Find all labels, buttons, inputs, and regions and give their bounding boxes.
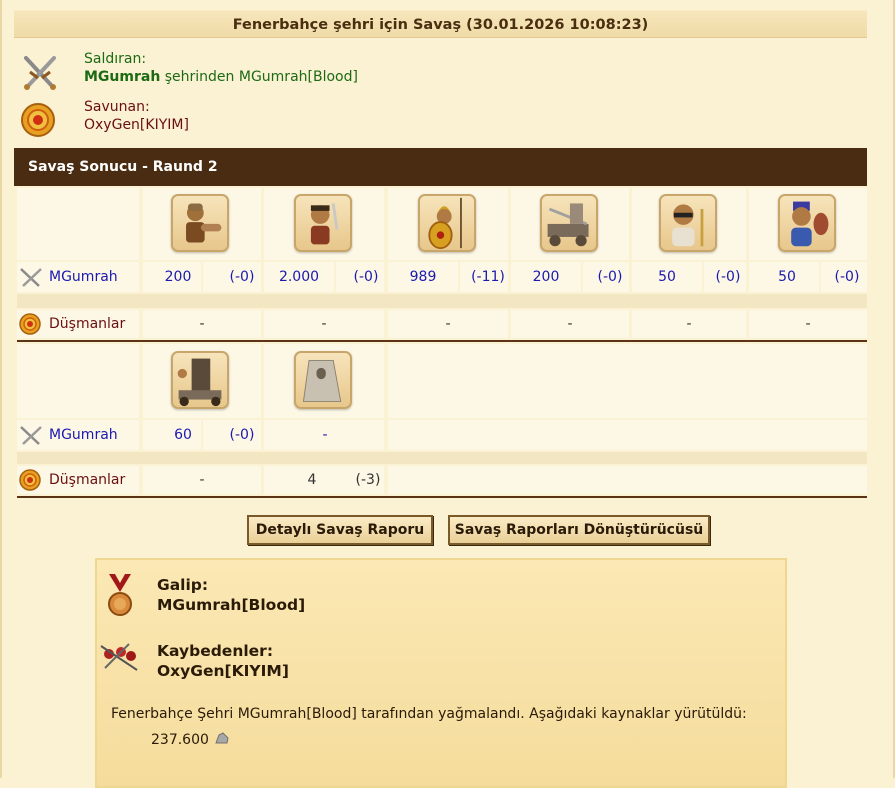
- enemy-row-label: Düşmanlar: [49, 472, 126, 488]
- doctor-unit-icon: [659, 194, 717, 252]
- enemy-count: -: [445, 316, 451, 332]
- marble-resource-icon: [215, 732, 229, 744]
- enemy-loss: (-3): [355, 472, 381, 488]
- crossed-swords-icon: [24, 56, 56, 90]
- unit-count: -: [322, 427, 328, 443]
- unit-loss: (-11): [471, 269, 505, 285]
- report-title: Fenerbahçe şehri için Savaş (30.01.2026 …: [14, 10, 867, 38]
- unit-count: 2.000: [278, 269, 320, 285]
- medal-icon: [108, 574, 132, 616]
- winner-name: MGumrah[Blood]: [157, 596, 306, 614]
- unit-loss: (-0): [597, 269, 623, 285]
- unit-loss: (-0): [715, 269, 741, 285]
- attacker-row-label: MGumrah: [49, 427, 118, 443]
- report-converter-button[interactable]: Savaş Raporları Dönüştürücüsü: [448, 515, 710, 545]
- unit-loss: (-0): [353, 269, 379, 285]
- detailed-report-button[interactable]: Detaylı Savaş Raporu: [247, 515, 433, 545]
- winner-label: Galip:: [157, 576, 209, 594]
- catapult-unit-icon: [540, 194, 598, 252]
- enemy-row-label: Düşmanlar: [49, 316, 126, 332]
- enemy-count: -: [199, 316, 205, 332]
- enemy-count: -: [686, 316, 692, 332]
- battle-outcome-panel: Galip: MGumrah[Blood] Kaybedenler: OxyGe…: [95, 558, 787, 788]
- table-divider: [17, 340, 867, 342]
- crossed-swords-icon: [20, 268, 42, 287]
- shield-icon: [19, 313, 41, 335]
- fallen-soldiers-icon: [100, 643, 138, 671]
- defender-heading: Savunan:: [84, 99, 150, 115]
- loser-name: OxyGen[KIYIM]: [157, 662, 289, 680]
- unit-count: 989: [409, 269, 437, 285]
- enemy-count: -: [567, 316, 573, 332]
- attacker-row-label: MGumrah: [49, 269, 118, 285]
- enemy-count: -: [321, 316, 327, 332]
- spearman-unit-icon: [418, 194, 476, 252]
- battle-result-header: Savaş Sonucu - Raund 2: [14, 148, 867, 186]
- shield-icon: [19, 469, 41, 491]
- swordsman-unit-icon: [294, 194, 352, 252]
- unit-count: 50: [778, 269, 796, 285]
- attacker-detail: şehrinden MGumrah[Blood]: [160, 69, 358, 85]
- unit-count: 50: [658, 269, 676, 285]
- attacker-heading: Saldıran:: [84, 51, 147, 67]
- defender-name: OxyGen[KIYIM]: [84, 117, 189, 133]
- unit-count: 60: [174, 427, 192, 443]
- unit-count: 200: [532, 269, 560, 285]
- unit-loss: (-0): [834, 269, 860, 285]
- wall-unit-icon: [294, 351, 352, 409]
- enemy-count: -: [199, 472, 205, 488]
- attacker-name: MGumrah: [84, 69, 161, 85]
- enemy-count: -: [805, 316, 811, 332]
- cook-unit-icon: [778, 194, 836, 252]
- enemy-count: 4: [307, 472, 317, 488]
- siege-tower-unit-icon: [171, 351, 229, 409]
- unit-loss: (-0): [229, 427, 255, 443]
- loot-description: Fenerbahçe Şehri MGumrah[Blood] tarafınd…: [111, 706, 747, 722]
- shield-icon: [21, 103, 55, 137]
- loser-label: Kaybedenler:: [157, 642, 274, 660]
- loot-amount: 237.600: [151, 732, 209, 748]
- hoplite-unit-icon: [171, 194, 229, 252]
- table-divider: [17, 496, 867, 498]
- unit-count: 200: [164, 269, 192, 285]
- crossed-swords-icon: [20, 426, 42, 445]
- unit-loss: (-0): [229, 269, 255, 285]
